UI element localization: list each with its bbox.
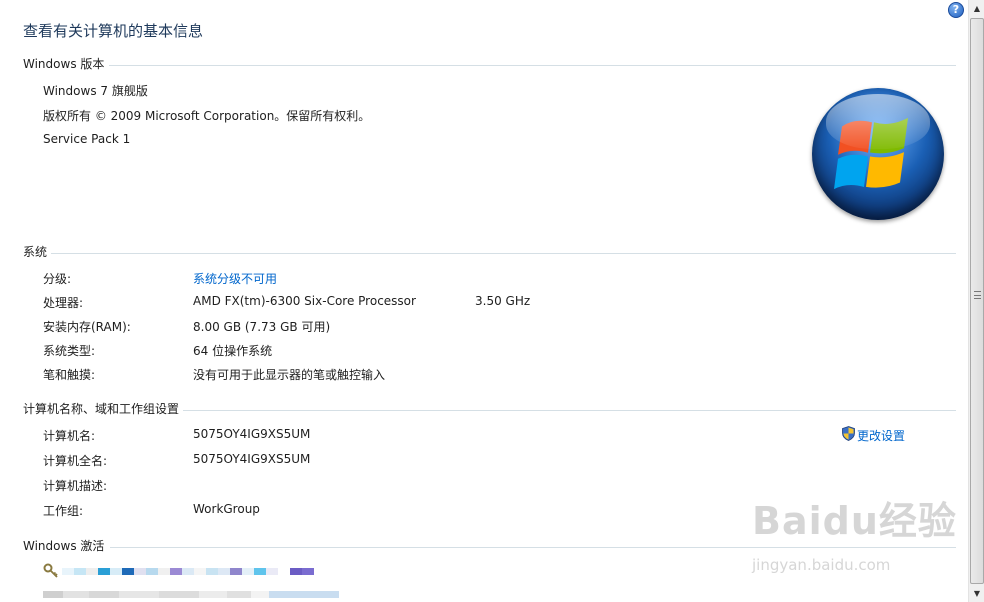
workgroup-value: WorkGroup — [193, 502, 260, 516]
change-settings-link[interactable]: 更改设置 — [857, 427, 905, 444]
ram-label: 安装内存(RAM): — [43, 320, 131, 334]
system-type-value: 64 位操作系统 — [193, 344, 273, 358]
edition-service-pack: Service Pack 1 — [43, 132, 131, 146]
divider-system — [51, 253, 956, 254]
watermark-url: jingyan.baidu.com — [752, 556, 891, 574]
system-type-label: 系统类型: — [43, 344, 96, 358]
section-header-edition: Windows 版本 — [23, 57, 105, 71]
divider-activation — [110, 547, 956, 548]
description-label: 计算机描述: — [43, 479, 108, 493]
vertical-scrollbar[interactable]: ▲ ▼ — [968, 0, 984, 602]
edition-name: Windows 7 旗舰版 — [43, 84, 148, 98]
key-icon — [43, 563, 58, 578]
page-title: 查看有关计算机的基本信息 — [23, 22, 204, 40]
full-name-value: 5075OY4IG9XS5UM — [193, 452, 311, 466]
computer-name-label: 计算机名: — [43, 429, 96, 443]
watermark: Baidu经验 jingyan.baidu.com — [752, 490, 957, 574]
rating-link[interactable]: 系统分级不可用 — [193, 270, 277, 287]
scroll-up-button[interactable]: ▲ — [969, 0, 984, 17]
edition-copyright: 版权所有 © 2009 Microsoft Corporation。保留所有权利… — [43, 109, 371, 123]
scroll-down-button[interactable]: ▼ — [969, 585, 984, 602]
watermark-brand: Baidu经验 — [752, 499, 957, 543]
uac-shield-icon — [842, 426, 855, 441]
rating-label: 分级: — [43, 272, 72, 286]
blurred-product-id — [43, 591, 339, 598]
processor-speed: 3.50 GHz — [475, 294, 531, 308]
full-name-label: 计算机全名: — [43, 454, 108, 468]
processor-value: AMD FX(tm)-6300 Six-Core Processor — [193, 294, 416, 308]
computer-name-value: 5075OY4IG9XS5UM — [193, 427, 311, 441]
logo-gloss — [826, 94, 930, 149]
section-header-system: 系统 — [23, 245, 48, 259]
blurred-activation-status — [62, 568, 314, 575]
section-header-computer-name: 计算机名称、域和工作组设置 — [23, 402, 180, 416]
help-icon[interactable]: ? — [948, 2, 964, 18]
divider-edition — [109, 65, 956, 66]
scroll-thumb[interactable] — [970, 18, 984, 584]
section-header-activation: Windows 激活 — [23, 539, 105, 553]
windows-logo — [812, 88, 944, 220]
workgroup-label: 工作组: — [43, 504, 84, 518]
scroll-grip-icon — [974, 291, 981, 299]
ram-value: 8.00 GB (7.73 GB 可用) — [193, 320, 331, 334]
processor-label: 处理器: — [43, 296, 84, 310]
pen-touch-value: 没有可用于此显示器的笔或触控输入 — [193, 368, 386, 382]
divider-computer-name — [183, 410, 956, 411]
pen-touch-label: 笔和触摸: — [43, 368, 96, 382]
